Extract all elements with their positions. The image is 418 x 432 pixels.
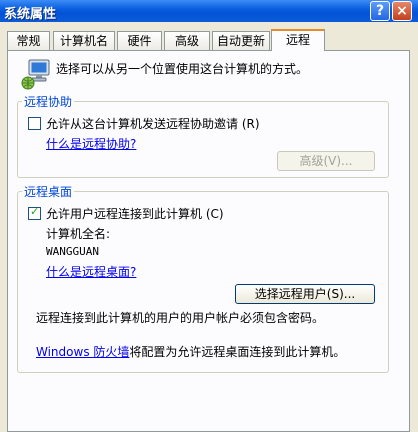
help-button[interactable]: ? (370, 1, 390, 21)
computer-network-icon (20, 58, 56, 92)
close-button[interactable]: × (392, 1, 412, 21)
remote-desktop-group-title: 远程桌面 (22, 183, 75, 200)
password-note: 远程连接到此计算机的用户的用户帐户必须包含密码。 (36, 311, 325, 325)
title-bar: 系统属性 ? × (0, 0, 418, 22)
tab-advanced[interactable]: 高级 (164, 31, 210, 50)
what-is-remote-assistance-link[interactable]: 什么是远程协助? (46, 135, 136, 152)
advanced-button[interactable]: 高级(V)... (277, 151, 375, 171)
computer-full-name-value: WANGGUAN (46, 245, 99, 258)
remote-desktop-checkbox-label: 允许用户远程连接到此计算机 (C) (46, 207, 224, 221)
windows-firewall-link[interactable]: Windows 防火墙 (36, 345, 129, 359)
remote-assistance-checkbox[interactable] (28, 117, 41, 130)
tab-hardware[interactable]: 硬件 (117, 31, 162, 50)
select-remote-users-button[interactable]: 选择远程用户(S)... (235, 284, 375, 304)
remote-assistance-group-title: 远程协助 (22, 93, 75, 110)
tab-computer-name[interactable]: 计算机名 (53, 31, 115, 50)
remote-tab-panel: 选择可以从另一个位置使用这台计算机的方式。 远程协助 允许从这台计算机发送远程协… (7, 50, 410, 432)
tab-remote[interactable]: 远程 (271, 29, 325, 51)
tab-automatic-updates[interactable]: 自动更新 (212, 31, 270, 50)
computer-full-name-label: 计算机全名: (46, 227, 111, 241)
checkmark-icon: ✓ (30, 205, 40, 218)
window-title: 系统属性 (4, 7, 57, 22)
intro-text: 选择可以从另一个位置使用这台计算机的方式。 (56, 62, 309, 76)
tab-general[interactable]: 常规 (7, 31, 50, 50)
firewall-note: Windows 防火墙将配置为允许远程桌面连接到此计算机。 (36, 345, 346, 359)
remote-assistance-checkbox-label: 允许从这台计算机发送远程协助邀请 (R) (46, 117, 260, 131)
remote-desktop-checkbox[interactable]: ✓ (28, 205, 41, 220)
what-is-remote-desktop-link[interactable]: 什么是远程桌面? (46, 263, 136, 280)
